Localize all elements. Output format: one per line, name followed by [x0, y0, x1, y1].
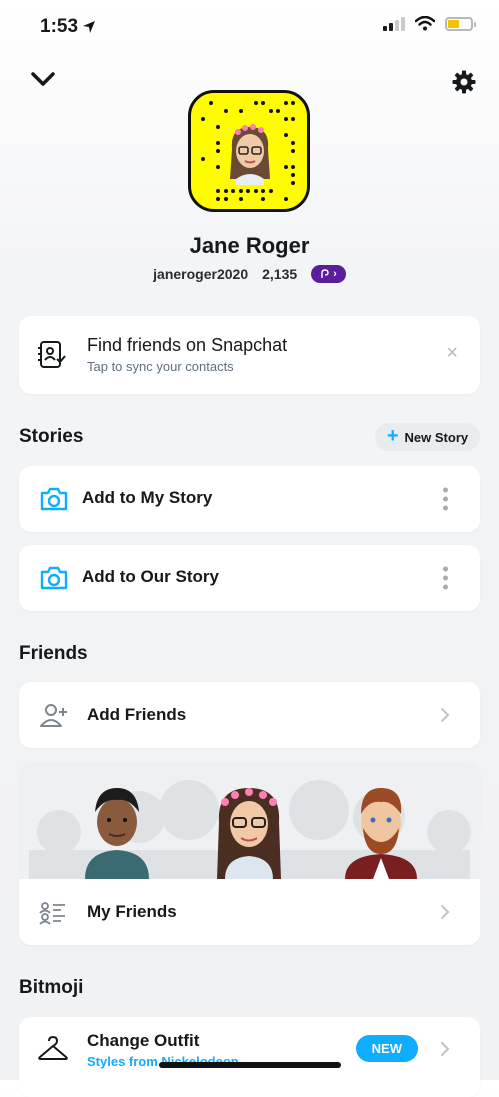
snapcode-dot: [283, 117, 288, 121]
change-outfit-title: Change Outfit: [87, 1031, 200, 1050]
snap-score[interactable]: 2,135: [262, 266, 297, 282]
score-badge[interactable]: ›: [311, 265, 346, 283]
plus-icon: +: [386, 425, 399, 447]
snapcode-dot: [201, 157, 205, 161]
chevron-right-icon: [440, 1041, 450, 1057]
friends-bitmoji-banner: [19, 762, 480, 879]
snapcode-dot: [291, 173, 295, 177]
find-friends-card[interactable]: Find friends on Snapchat Tap to sync you…: [19, 316, 480, 394]
snapcode-dot: [238, 197, 243, 201]
username[interactable]: janeroger2020: [153, 266, 248, 282]
snapcode-dot: [291, 101, 295, 105]
snapcode-dot: [231, 189, 235, 193]
close-icon[interactable]: ×: [446, 342, 458, 365]
snapcode-dot: [261, 101, 265, 105]
bitmoji-friend-2: [217, 788, 281, 879]
my-friends-label: My Friends: [87, 902, 177, 921]
new-story-button[interactable]: + New Story: [375, 423, 480, 451]
snapcode-dot: [216, 189, 220, 193]
add-friends-label: Add Friends: [87, 705, 187, 724]
snapcode-dot: [291, 117, 295, 121]
hanger-icon: [38, 1036, 68, 1060]
cellular-signal-icon: [383, 16, 405, 31]
story-row-label: Add to My Story: [82, 488, 213, 507]
chevron-down-icon[interactable]: [30, 70, 56, 90]
snapcode-dot: [223, 189, 228, 193]
snapcode-dot: [216, 165, 220, 169]
snapcode-dot: [253, 101, 258, 105]
snapcode-dot: [216, 141, 220, 145]
gear-icon[interactable]: [452, 70, 476, 94]
new-story-label: New Story: [404, 429, 469, 445]
home-indicator[interactable]: [159, 1062, 341, 1068]
bitmoji-face-icon: [230, 124, 270, 185]
find-friends-text: Find friends on Snapchat Tap to sync you…: [87, 335, 287, 374]
clock-text: 1:53: [40, 16, 79, 37]
friends-list-icon: [39, 902, 65, 925]
contacts-sync-icon: [38, 341, 66, 368]
wifi-icon: [415, 16, 435, 31]
add-friends-row[interactable]: Add Friends: [19, 682, 480, 748]
snapcode-dot: [253, 189, 258, 193]
story-row-my-story[interactable]: Add to My Story: [19, 466, 480, 532]
profile-display-name: Jane Roger: [189, 233, 310, 258]
snapcode-dot: [261, 189, 265, 193]
profile-meta: janeroger2020 2,135 ›: [0, 265, 499, 283]
snapcode-dot: [276, 109, 280, 113]
snapcode-dot: [283, 101, 288, 105]
snapcode-dot: [216, 149, 220, 153]
snapcode-dot: [283, 165, 288, 169]
snapcode-dot: [268, 189, 273, 193]
snapcode-dot: [223, 197, 228, 201]
bitmoji-section-title: Bitmoji: [19, 977, 84, 998]
change-outfit-row[interactable]: Change Outfit Styles from Nickelodeon NE…: [19, 1017, 480, 1097]
bitmoji-avatar: [222, 119, 278, 185]
snapcode-dot: [246, 189, 250, 193]
add-friend-icon: [40, 704, 67, 727]
stories-section-title: Stories: [19, 426, 84, 447]
snapcode-dot: [238, 109, 243, 113]
snapcode-dot: [208, 101, 213, 105]
snapcode-dot: [283, 133, 288, 137]
chevron-right-icon: [440, 707, 450, 723]
snapcode-dot: [291, 181, 295, 185]
battery-icon: [445, 16, 476, 31]
location-arrow-icon: [83, 21, 96, 33]
status-indicators: [383, 16, 476, 31]
friendship-icon: [321, 269, 329, 278]
status-time: 1:53: [40, 16, 96, 38]
snapcode-dot: [216, 125, 220, 129]
camera-icon: [40, 566, 68, 590]
snapcode-dot: [291, 141, 295, 145]
story-row-our-story[interactable]: Add to Our Story: [19, 545, 480, 611]
more-options-icon[interactable]: [443, 566, 448, 590]
snapcode-dot: [291, 165, 295, 169]
snapcode-dot: [291, 149, 295, 153]
friends-section-title: Friends: [19, 643, 88, 664]
snapcode-dot: [283, 197, 288, 201]
my-friends-card[interactable]: My Friends: [19, 762, 480, 945]
snapcode-dot: [268, 109, 273, 113]
find-friends-title: Find friends on Snapchat: [87, 335, 288, 355]
camera-icon: [40, 487, 68, 511]
snapcode-dot: [223, 109, 228, 113]
story-row-label: Add to Our Story: [82, 567, 219, 586]
snapcode-dot: [238, 189, 243, 193]
snapcode-dot: [216, 197, 220, 201]
snapcode-dot: [201, 117, 205, 121]
more-options-icon[interactable]: [443, 487, 448, 511]
find-friends-subtitle: Tap to sync your contacts: [87, 359, 234, 374]
snapcode[interactable]: [188, 90, 310, 212]
new-badge: NEW: [355, 1035, 418, 1062]
score-arrow: ›: [333, 268, 337, 280]
chevron-right-icon: [440, 904, 450, 920]
snapcode-dot: [261, 197, 265, 201]
